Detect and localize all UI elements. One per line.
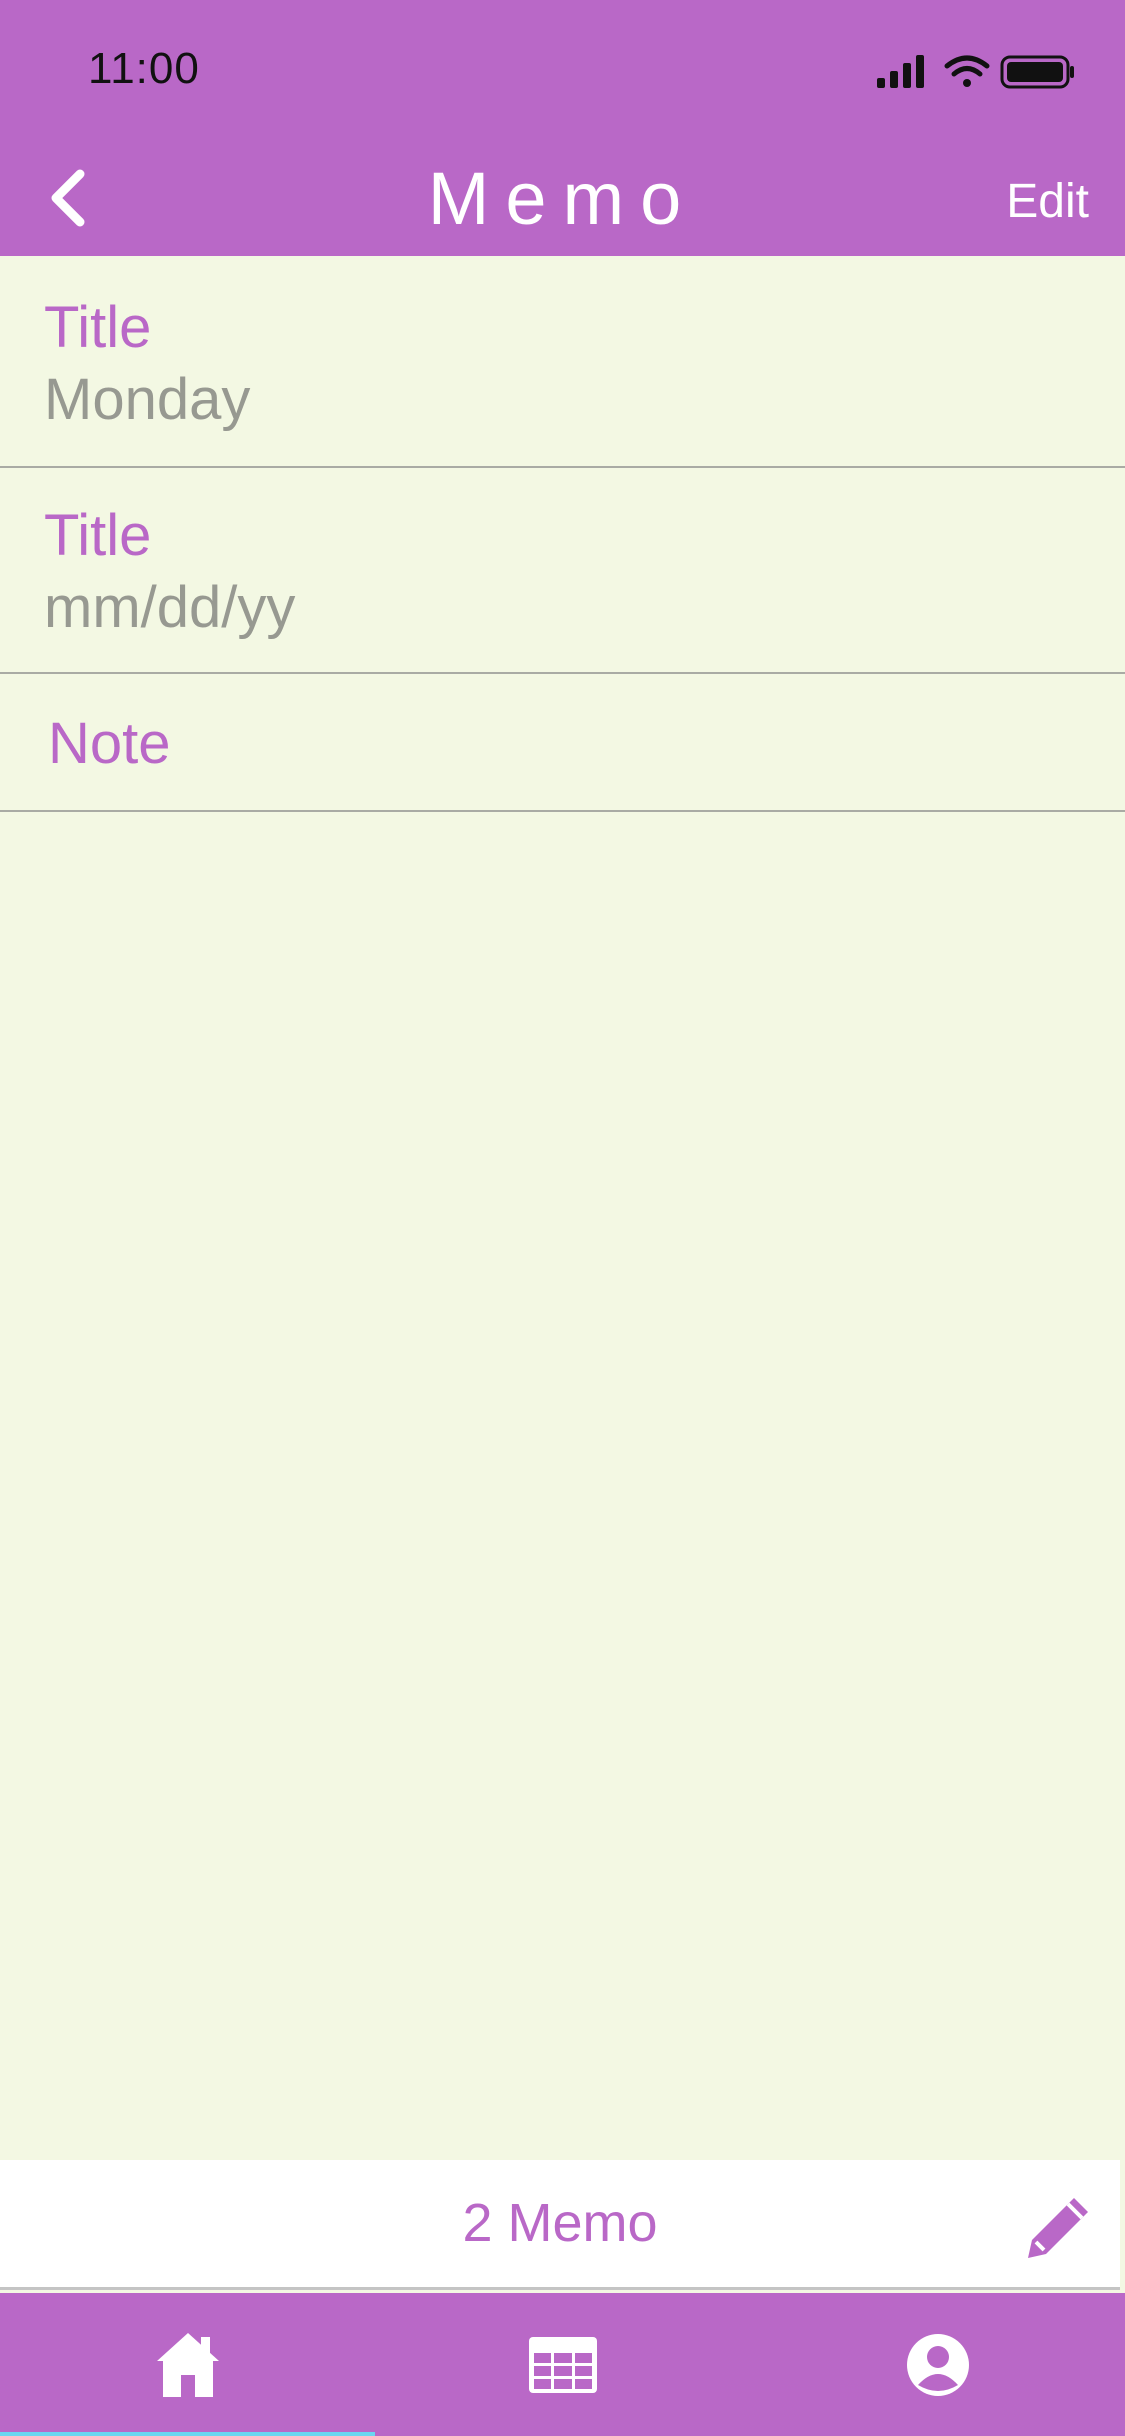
date-row[interactable]: Title mm/dd/yy — [0, 468, 1125, 674]
header: 11:00 Memo Edit — [0, 0, 1125, 256]
status-icons — [877, 55, 1074, 89]
title-row[interactable]: Title Monday — [0, 256, 1125, 468]
title-value[interactable]: Monday — [44, 366, 250, 433]
note-row[interactable]: Note — [0, 674, 1125, 812]
edit-button[interactable]: Edit — [1006, 174, 1089, 229]
date-label: Title — [44, 503, 152, 568]
tab-calendar[interactable] — [375, 2293, 750, 2436]
tab-home[interactable] — [0, 2293, 375, 2436]
signal-icon — [877, 55, 924, 88]
compose-button[interactable] — [1022, 2192, 1094, 2264]
battery-icon — [1000, 55, 1074, 89]
note-label: Note — [48, 711, 171, 776]
pencil-icon — [1028, 2198, 1088, 2258]
status-time: 11:00 — [88, 44, 200, 93]
wifi-icon — [944, 55, 990, 87]
tab-profile[interactable] — [750, 2293, 1125, 2436]
page-title: Memo — [427, 157, 698, 240]
memo-counter-bar: 2 Memo — [0, 2160, 1120, 2290]
title-label: Title — [44, 295, 152, 360]
date-value[interactable]: mm/dd/yy — [44, 574, 295, 641]
user-icon — [906, 2333, 969, 2396]
memo-count: 2 Memo — [462, 2193, 658, 2253]
active-tab-indicator — [0, 2432, 375, 2436]
tab-bar — [0, 2293, 1125, 2436]
calendar-grid-icon — [528, 2336, 597, 2393]
home-icon — [156, 2332, 219, 2397]
